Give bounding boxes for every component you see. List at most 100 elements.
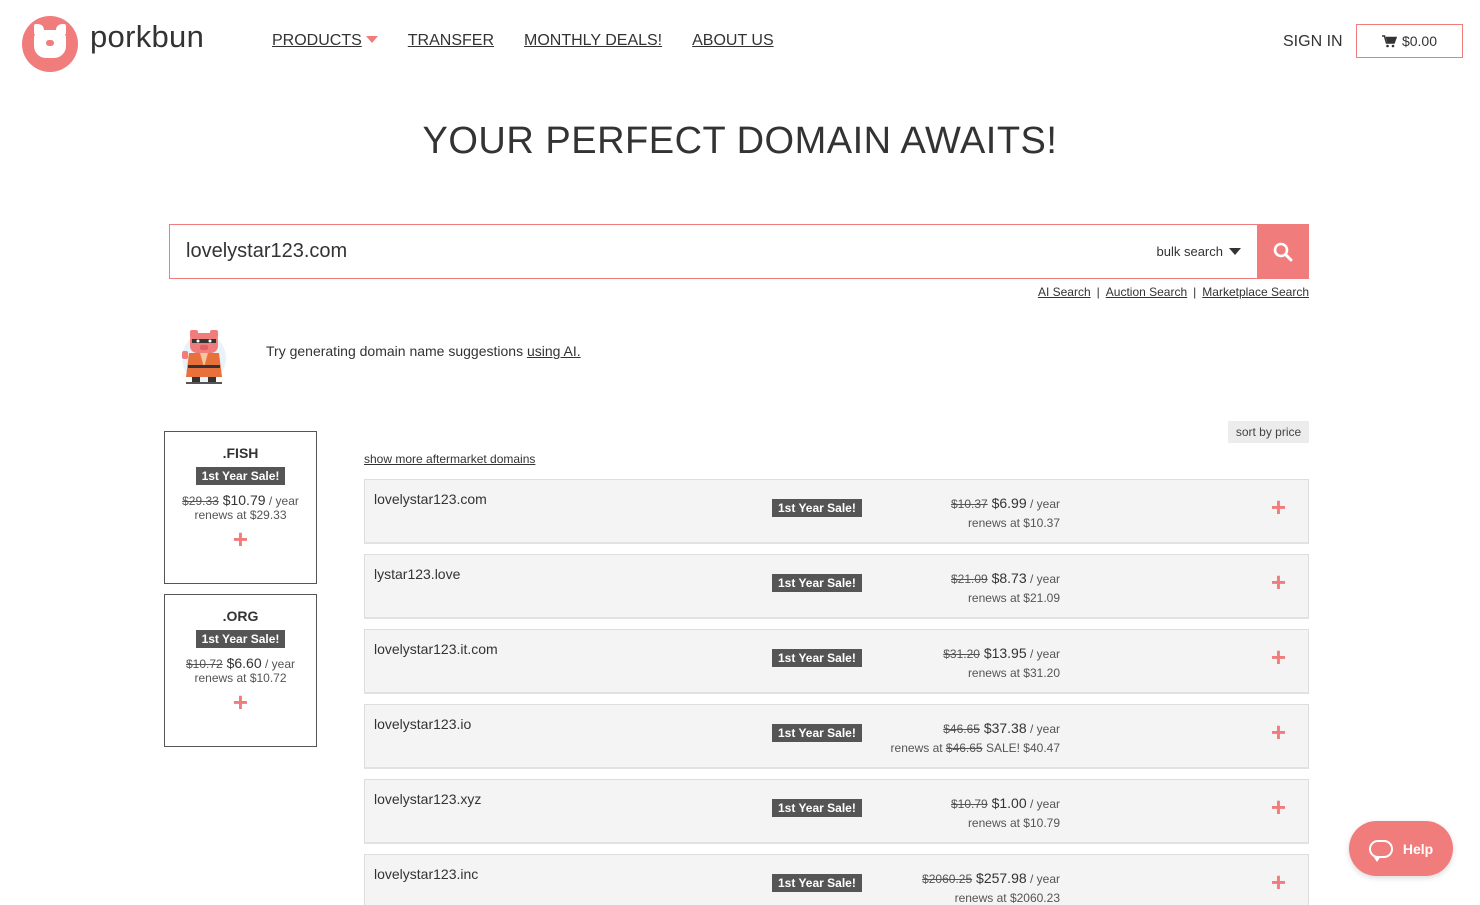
add-to-cart-plus-icon[interactable]: + xyxy=(1271,569,1286,595)
domain-price: $2060.25 $257.98 / year xyxy=(922,870,1060,886)
domain-result-row[interactable]: lovelystar123.it.com 1st Year Sale! $31.20… xyxy=(364,629,1309,694)
main-nav: PRODUCTS TRANSFER MONTHLY DEALS! ABOUT U… xyxy=(272,32,774,50)
nav-transfer[interactable]: TRANSFER xyxy=(408,32,494,50)
domain-result-row[interactable]: lovelystar123.inc 1st Year Sale! $2060.25 … xyxy=(364,854,1309,905)
original-price: $46.65 xyxy=(943,722,980,736)
renew-prefix: renews at xyxy=(954,891,1010,905)
search-button[interactable] xyxy=(1257,224,1309,279)
renew-original-price: $46.65 xyxy=(945,741,983,755)
renew-value: $10.79 xyxy=(1023,816,1060,830)
domain-result-row[interactable]: lovelystar123.com 1st Year Sale! $10.37 $6… xyxy=(364,479,1309,544)
add-to-cart-plus-icon[interactable]: + xyxy=(165,526,316,552)
add-to-cart-plus-icon[interactable]: + xyxy=(1271,719,1286,745)
renew-price: renews at $2060.23 xyxy=(955,891,1060,905)
link-separator: | xyxy=(1193,285,1197,299)
cart-icon xyxy=(1381,34,1397,47)
ninja-pig-icon xyxy=(182,330,226,384)
renew-prefix: renews at xyxy=(967,816,1024,830)
sale-badge: 1st Year Sale! xyxy=(772,649,862,667)
nav-products-label: PRODUCTS xyxy=(272,32,362,49)
add-to-cart-plus-icon[interactable]: + xyxy=(1271,869,1286,895)
sale-price: $8.73 xyxy=(991,570,1027,586)
domain-name: lovelystar123.xyz xyxy=(374,791,482,807)
per-year-label: / year xyxy=(1026,572,1060,586)
domain-search-bar: bulk search xyxy=(169,224,1309,279)
nav-monthly-deals[interactable]: MONTHLY DEALS! xyxy=(524,32,662,50)
original-price: $10.79 xyxy=(951,797,988,811)
renew-prefix: renews at xyxy=(967,666,1024,680)
ai-suggestion: Try generating domain name suggestions u… xyxy=(266,343,581,359)
tld-card-org[interactable]: .ORG 1st Year Sale! $10.72 $6.60 / year … xyxy=(164,594,317,747)
ai-suggestion-link[interactable]: using AI. xyxy=(527,343,581,359)
renew-value: $10.37 xyxy=(1023,516,1060,530)
ai-suggestion-text: Try generating domain name suggestions xyxy=(266,343,527,359)
renew-price: renews at $10.79 xyxy=(968,816,1060,830)
show-more-aftermarket-link[interactable]: show more aftermarket domains xyxy=(364,452,535,466)
add-to-cart-plus-icon[interactable]: + xyxy=(1271,794,1286,820)
tld-name: .ORG xyxy=(222,608,259,624)
per-year-label: / year xyxy=(1026,797,1060,811)
cart-button[interactable]: $0.00 xyxy=(1356,24,1463,58)
link-separator: | xyxy=(1096,285,1100,299)
domain-price: $21.09 $8.73 / year xyxy=(951,570,1060,586)
per-year-label: / year xyxy=(1026,497,1060,511)
bulk-search-toggle[interactable]: bulk search xyxy=(1157,225,1257,278)
sign-in-link[interactable]: SIGN IN xyxy=(1283,33,1343,51)
nav-about-us[interactable]: ABOUT US xyxy=(692,32,774,50)
auction-search-link[interactable]: Auction Search xyxy=(1106,285,1187,299)
renew-value: $31.20 xyxy=(1023,666,1060,680)
renew-price: renews at $10.72 xyxy=(194,671,287,685)
domain-price: $31.20 $13.95 / year xyxy=(943,645,1060,661)
sale-badge: 1st Year Sale! xyxy=(195,467,286,485)
original-price: $10.72 xyxy=(186,657,223,671)
bulk-search-label: bulk search xyxy=(1156,244,1223,259)
domain-result-row[interactable]: lovelystar123.io 1st Year Sale! $46.65 $37… xyxy=(364,704,1309,769)
renew-prefix: renews at xyxy=(967,516,1024,530)
page-title: YOUR PERFECT DOMAIN AWAITS! xyxy=(422,120,1058,162)
tld-card-fish[interactable]: .FISH 1st Year Sale! $29.33 $10.79 / yea… xyxy=(164,431,317,584)
cart-total: $0.00 xyxy=(1401,33,1438,49)
chat-bubble-icon xyxy=(1368,839,1393,862)
domain-price: $10.37 $6.99 / year xyxy=(951,495,1060,511)
renew-value: $21.09 xyxy=(1023,591,1060,605)
tld-price: $29.33 $10.79 / year xyxy=(165,492,316,508)
help-label: Help xyxy=(1402,840,1434,857)
per-year-label: / year xyxy=(1026,722,1060,736)
domain-price: $10.79 $1.00 / year xyxy=(951,795,1060,811)
domain-search-input[interactable] xyxy=(170,225,1157,278)
sale-badge: 1st Year Sale! xyxy=(772,799,862,817)
tld-price: $10.72 $6.60 / year xyxy=(165,655,316,671)
sale-badge: 1st Year Sale! xyxy=(772,724,862,742)
tld-name: .FISH xyxy=(222,445,259,461)
renew-price: renews at $21.09 xyxy=(968,591,1060,605)
renew-price: renews at $29.33 xyxy=(194,508,287,522)
domain-name: lovelystar123.io xyxy=(374,716,472,732)
nav-products[interactable]: PRODUCTS xyxy=(272,32,378,50)
domain-name: lovelystar123.it.com xyxy=(374,641,498,657)
sale-badge: 1st Year Sale! xyxy=(772,499,862,517)
original-price: $2060.25 xyxy=(922,872,973,886)
add-to-cart-plus-icon[interactable]: + xyxy=(1271,644,1286,670)
chevron-down-icon xyxy=(365,36,378,43)
sale-badge: 1st Year Sale! xyxy=(772,874,862,892)
domain-result-row[interactable]: lovelystar123.xyz 1st Year Sale! $10.79 $1… xyxy=(364,779,1309,844)
sale-price: $6.60 xyxy=(226,655,262,671)
logo-pig-icon[interactable] xyxy=(22,16,78,72)
add-to-cart-plus-icon[interactable]: + xyxy=(165,689,316,715)
original-price: $21.09 xyxy=(951,572,988,586)
ai-search-link[interactable]: AI Search xyxy=(1038,285,1091,299)
sort-by-price-button[interactable]: sort by price xyxy=(1228,421,1309,443)
brand-name[interactable]: porkbun xyxy=(90,19,204,55)
sale-price: $13.95 xyxy=(983,645,1027,661)
original-price: $29.33 xyxy=(182,494,219,508)
domain-name: lovelystar123.com xyxy=(374,491,487,507)
sale-price: $1.00 xyxy=(991,795,1027,811)
renew-value: SALE! $40.47 xyxy=(982,741,1060,755)
domain-price: $46.65 $37.38 / year xyxy=(943,720,1060,736)
marketplace-search-link[interactable]: Marketplace Search xyxy=(1202,285,1309,299)
renew-price: renews at $10.37 xyxy=(968,516,1060,530)
per-year-label: / year xyxy=(1026,647,1060,661)
add-to-cart-plus-icon[interactable]: + xyxy=(1271,494,1286,520)
domain-result-row[interactable]: lystar123.love 1st Year Sale! $21.09 $8.73… xyxy=(364,554,1309,619)
help-button[interactable]: Help xyxy=(1349,821,1453,876)
